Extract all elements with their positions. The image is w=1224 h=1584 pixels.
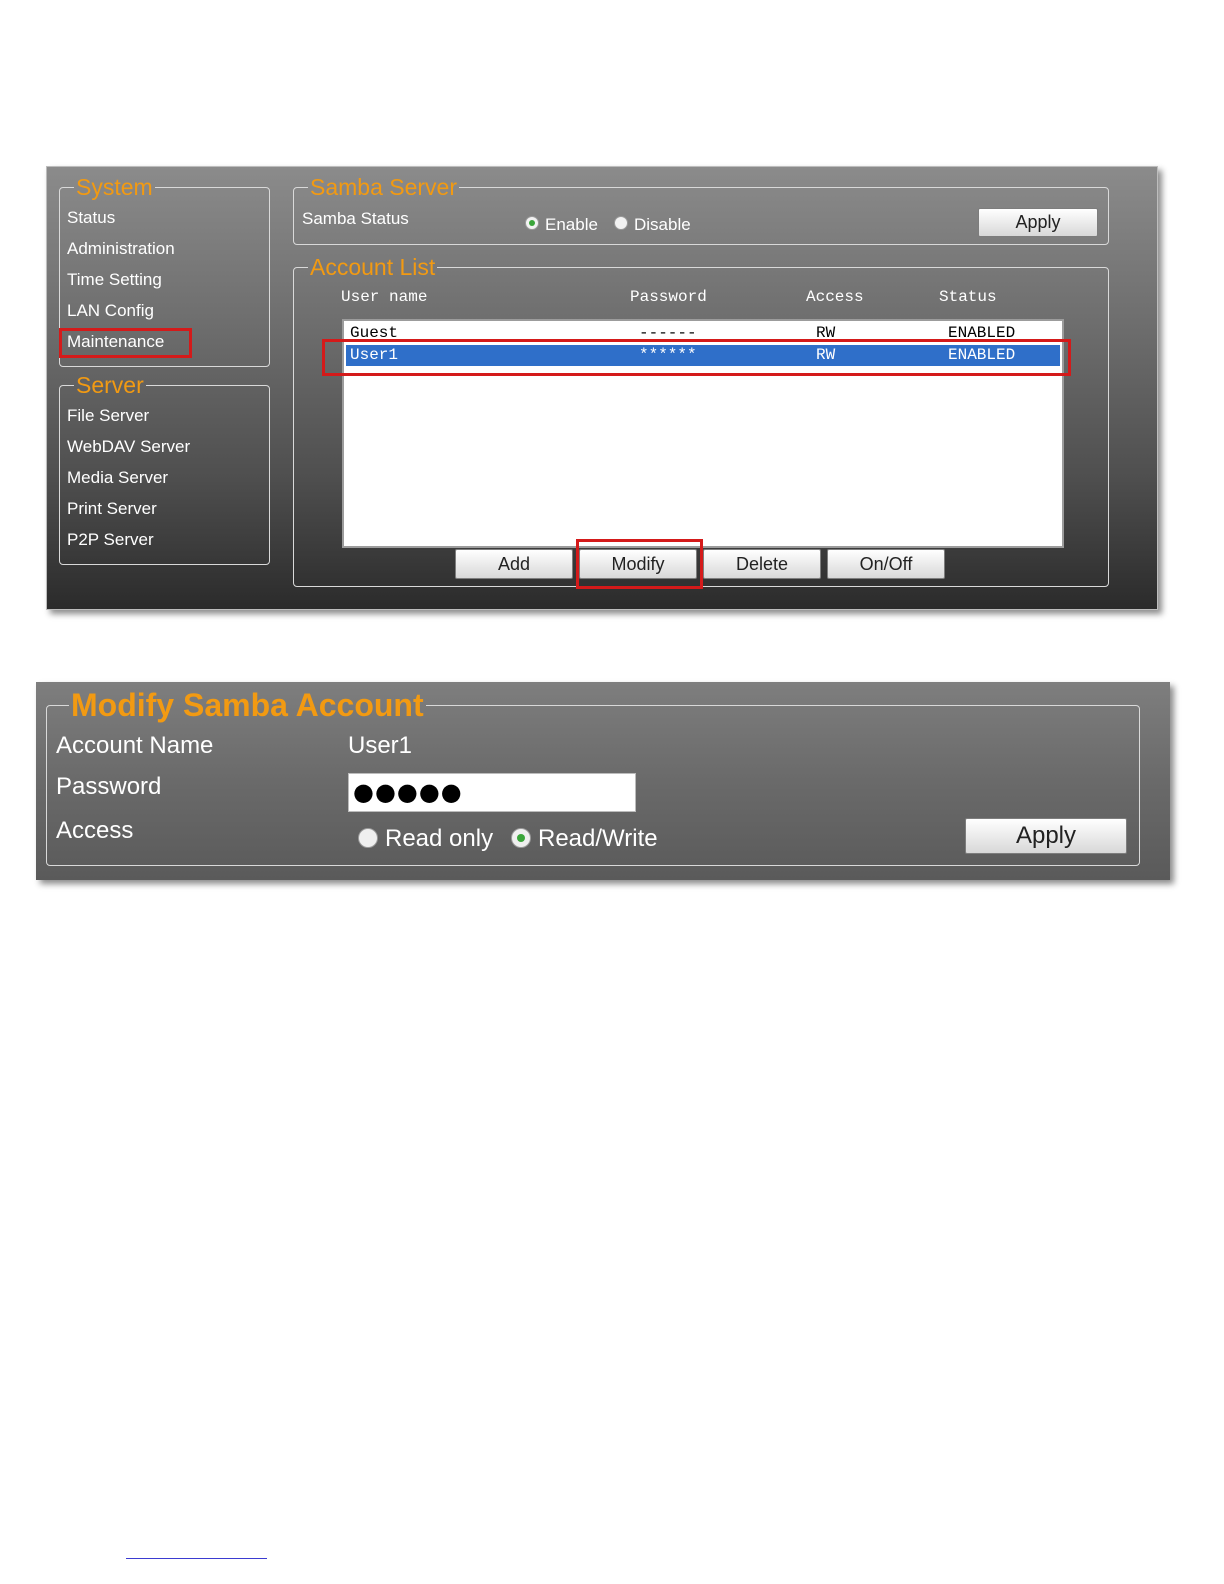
read-write-label: Read/Write (538, 825, 658, 852)
enable-label: Enable (545, 215, 598, 234)
cell-access: RW (816, 324, 836, 342)
cell-access: RW (816, 346, 836, 364)
account-row-guest[interactable]: Guest ------ RW ENABLED (346, 323, 1060, 344)
disable-label: Disable (634, 215, 691, 234)
account-list-title: Account List (310, 254, 436, 280)
menu-item-administration[interactable]: Administration (67, 239, 175, 259)
cell-status: ENABLED (948, 324, 1016, 342)
samba-settings-screenshot: System Status Administration Time Settin… (46, 166, 1158, 610)
menu-item-maintenance[interactable]: Maintenance (67, 332, 164, 352)
system-title: System (76, 174, 153, 200)
samba-apply-button[interactable]: Apply (978, 208, 1098, 237)
modify-samba-account-screenshot: Modify Samba Account Account Name User1 … (36, 682, 1170, 880)
account-row-user1[interactable]: User1 ****** RW ENABLED (346, 345, 1060, 366)
samba-status-label: Samba Status (302, 209, 409, 228)
menu-item-lan-config[interactable]: LAN Config (67, 301, 154, 321)
account-listbox[interactable]: Guest ------ RW ENABLED User1 ****** RW … (342, 319, 1064, 548)
column-header-password: Password (630, 288, 707, 306)
menu-item-print-server[interactable]: Print Server (67, 499, 157, 519)
delete-button[interactable]: Delete (703, 549, 821, 579)
cell-password: ------ (639, 324, 697, 342)
cell-password: ****** (639, 346, 697, 364)
column-header-username: User name (341, 288, 428, 306)
account-name-value: User1 (348, 732, 413, 759)
cell-username: User1 (350, 346, 399, 364)
disable-radio[interactable] (614, 216, 628, 230)
server-title: Server (76, 372, 144, 398)
modify-account-title: Modify Samba Account (71, 687, 424, 723)
cell-status: ENABLED (948, 346, 1016, 364)
access-label: Access (56, 817, 134, 844)
menu-item-media-server[interactable]: Media Server (67, 468, 168, 488)
read-only-radio[interactable] (358, 828, 378, 848)
column-header-access: Access (806, 288, 864, 306)
footnote-rule (126, 1558, 267, 1559)
menu-item-webdav-server[interactable]: WebDAV Server (67, 437, 190, 457)
column-header-status: Status (939, 288, 997, 306)
account-name-label: Account Name (56, 732, 214, 759)
read-only-label: Read only (385, 825, 494, 852)
modify-button[interactable]: Modify (579, 549, 697, 579)
menu-item-time-setting[interactable]: Time Setting (67, 270, 162, 290)
password-field[interactable]: ●●●●● (348, 773, 636, 812)
enable-radio[interactable] (525, 216, 539, 230)
menu-item-file-server[interactable]: File Server (67, 406, 149, 426)
menu-item-p2p-server[interactable]: P2P Server (67, 530, 154, 550)
menu-item-status[interactable]: Status (67, 208, 115, 228)
cell-username: Guest (350, 324, 399, 342)
samba-server-title: Samba Server (310, 174, 458, 200)
password-label: Password (56, 773, 162, 800)
modify-apply-button[interactable]: Apply (965, 818, 1127, 854)
add-button[interactable]: Add (455, 549, 573, 579)
onoff-button[interactable]: On/Off (827, 549, 945, 579)
read-write-radio[interactable] (511, 828, 531, 848)
